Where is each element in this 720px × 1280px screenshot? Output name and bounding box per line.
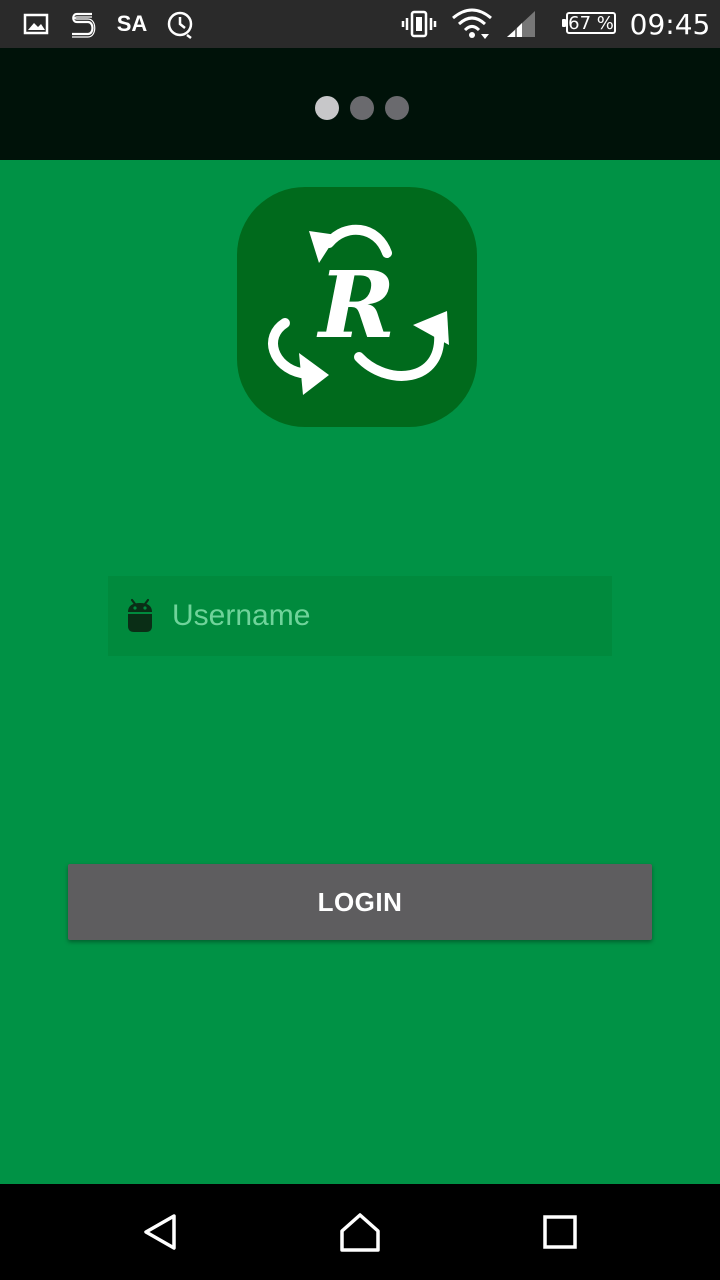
alarm-icon [164, 0, 196, 48]
back-icon[interactable] [136, 1208, 184, 1256]
wifi-icon [450, 0, 494, 48]
recents-icon[interactable] [536, 1208, 584, 1256]
vibrate-icon [400, 0, 438, 48]
android-icon [128, 598, 152, 632]
login-button[interactable]: LOGIN [68, 864, 652, 940]
time-wrap: 09:45 [628, 0, 712, 48]
home-icon[interactable] [336, 1208, 384, 1256]
battery-percent: 67 % [568, 12, 614, 34]
signal-icon [504, 0, 538, 48]
carrier-label: SA [116, 11, 148, 36]
clock-time: 09:45 [629, 7, 711, 41]
battery-icon: 67 % [562, 12, 616, 34]
status-bar: SA 67 % 09:45 [0, 0, 720, 48]
s-app-icon [68, 0, 98, 48]
page-dot[interactable] [350, 96, 374, 120]
page-dot[interactable] [385, 96, 409, 120]
navigation-bar [0, 1184, 720, 1280]
logo-letter: R [316, 251, 395, 359]
page-indicator [0, 48, 720, 160]
login-screen: SA 67 % 09:45 R Username LOGIN [0, 0, 720, 1280]
username-input[interactable] [172, 576, 592, 656]
carrier-label-wrap: SA [112, 0, 152, 48]
page-dot-active[interactable] [315, 96, 339, 120]
username-field[interactable] [108, 576, 612, 656]
recycle-arrows-icon: R [268, 224, 449, 395]
gallery-icon [22, 0, 50, 48]
app-logo: R [237, 187, 477, 427]
